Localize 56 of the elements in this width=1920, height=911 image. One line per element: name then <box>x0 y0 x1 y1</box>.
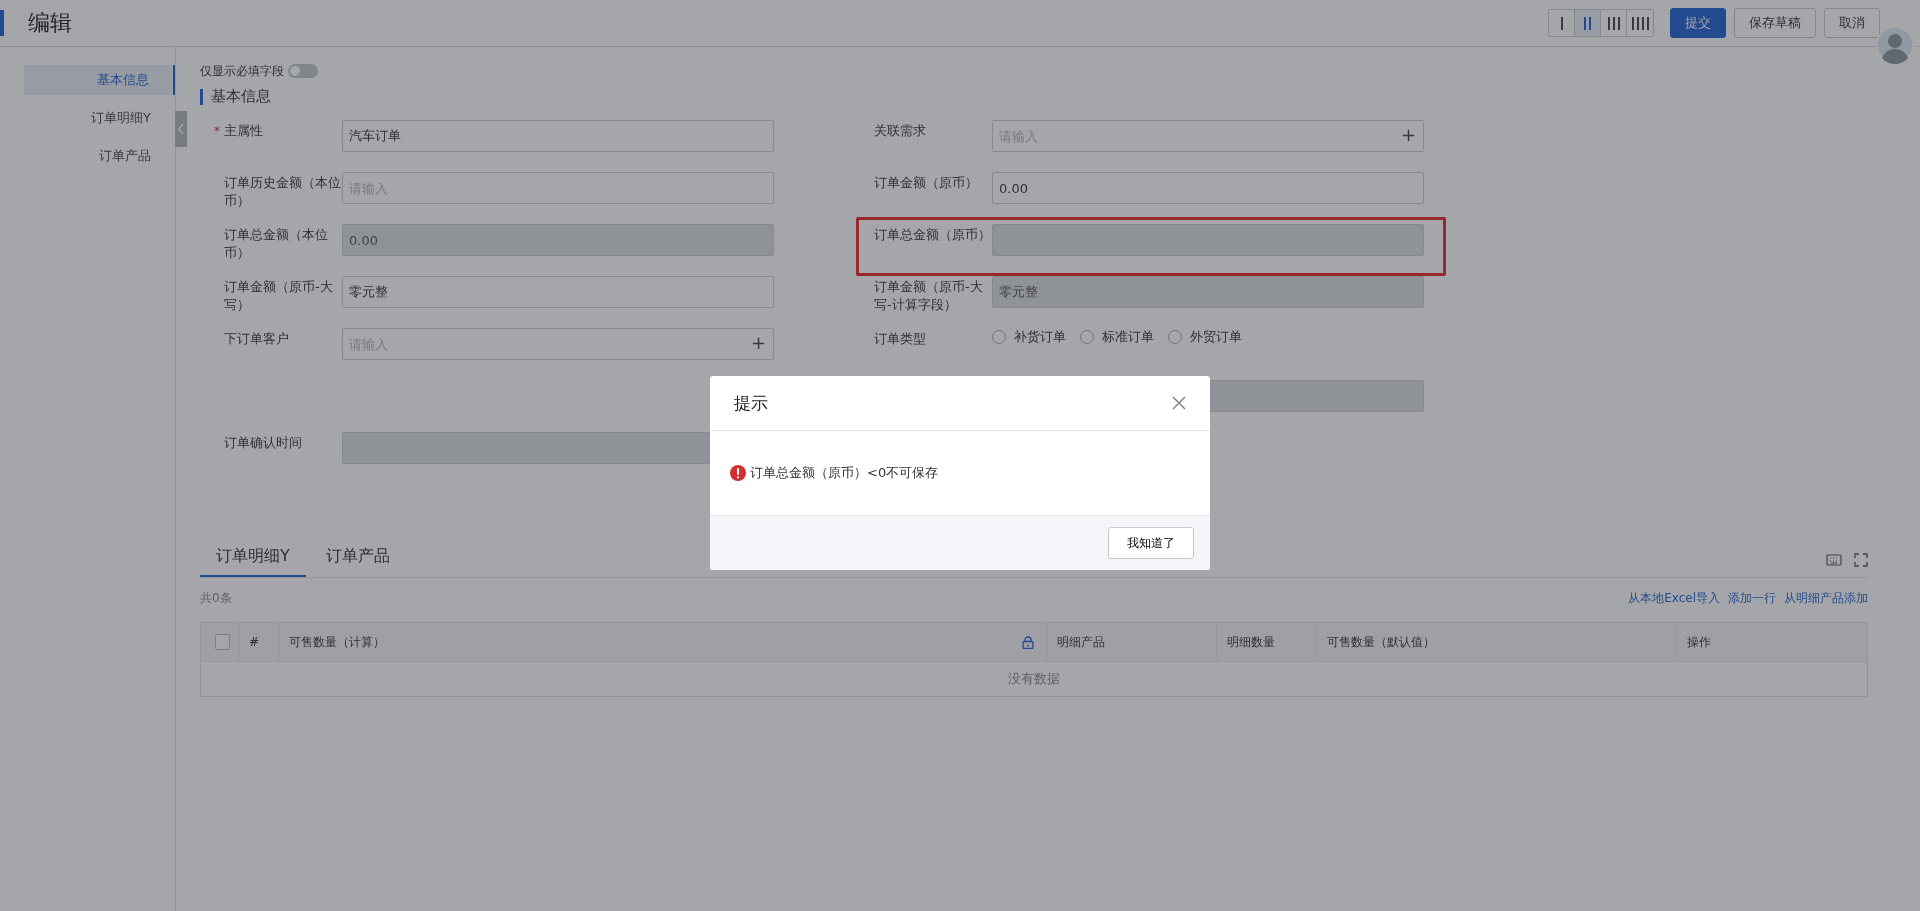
column-header[interactable]: # <box>239 623 279 661</box>
field-label: 订单历史金额（本位币） <box>224 174 342 210</box>
fullscreen-icon[interactable] <box>1854 553 1868 567</box>
column-header[interactable]: 可售数量（默认值） <box>1317 623 1677 661</box>
field-label: 订单确认时间 <box>224 434 302 452</box>
field-label: 订单总金额（原币） <box>874 226 991 244</box>
input-field[interactable]: 0.00 <box>992 172 1424 204</box>
page-title: 编辑 <box>28 9 72 37</box>
table-action-link[interactable]: 添加一行 <box>1728 589 1776 607</box>
select-all-checkbox[interactable] <box>215 634 230 650</box>
record-count: 共0条 <box>200 589 232 607</box>
table-action-link[interactable]: 从本地Excel导入 <box>1628 589 1720 607</box>
add-button[interactable]: + <box>750 334 766 352</box>
close-icon[interactable] <box>1172 396 1186 410</box>
collapse-handle[interactable] <box>175 111 187 147</box>
radio-label: 外贸订单 <box>1190 328 1242 346</box>
column-layout-button[interactable] <box>1549 10 1575 36</box>
submit-button[interactable]: 提交 <box>1670 8 1726 38</box>
keyboard-icon[interactable] <box>1826 553 1842 567</box>
section-title: 基本信息 <box>211 87 271 106</box>
column-header[interactable]: 操作 <box>1677 623 1867 661</box>
add-button[interactable]: + <box>1400 126 1416 144</box>
column-layout-button[interactable] <box>1575 10 1601 36</box>
avatar-icon[interactable] <box>1876 26 1914 64</box>
field-label: 订单总金额（本位币） <box>224 226 329 262</box>
sidebar-item[interactable]: 基本信息 <box>24 65 175 95</box>
tab[interactable]: 订单产品 <box>309 546 406 577</box>
field-label: 订单金额（原币-大写） <box>224 278 334 314</box>
action-button[interactable]: 取消 <box>1824 8 1880 38</box>
field-label: 下订单客户 <box>224 330 289 348</box>
column-header[interactable]: 明细数量 <box>1217 623 1317 661</box>
field-label: 主属性 <box>224 122 263 140</box>
toggle-label: 仅显示必填字段 <box>200 62 284 80</box>
lock-icon <box>1022 635 1034 649</box>
column-header[interactable]: 可售数量（计算） <box>279 623 1047 661</box>
column-header[interactable]: 明细产品 <box>1047 623 1217 661</box>
tab[interactable]: 订单明细Y <box>200 546 306 577</box>
dialog-message: 订单总金额（原币）<0不可保存 <box>750 464 939 482</box>
empty-message: 没有数据 <box>1008 670 1060 688</box>
error-icon <box>730 465 746 481</box>
field-label: 订单金额（原币） <box>874 174 978 192</box>
field-label: 订单金额（原币-大写-计算字段） <box>874 278 984 314</box>
input-field[interactable]: 汽车订单 <box>342 120 774 152</box>
toggle-switch[interactable] <box>288 64 318 78</box>
action-button[interactable]: 保存草稿 <box>1734 8 1816 38</box>
dialog-title: 提示 <box>734 391 768 415</box>
table-action-link[interactable]: 从明细产品添加 <box>1784 589 1868 607</box>
radio-label: 补货订单 <box>1014 328 1066 346</box>
required-mark: * <box>214 123 220 140</box>
sidebar-item[interactable]: 订单产品 <box>24 141 175 171</box>
field-label: 关联需求 <box>874 122 926 140</box>
confirm-button[interactable]: 我知道了 <box>1108 527 1194 559</box>
sidebar-item[interactable]: 订单明细Y <box>24 103 175 133</box>
field-label: 订单类型 <box>874 330 926 348</box>
radio-label: 标准订单 <box>1102 328 1154 346</box>
input-field[interactable]: 零元整 <box>342 276 774 308</box>
